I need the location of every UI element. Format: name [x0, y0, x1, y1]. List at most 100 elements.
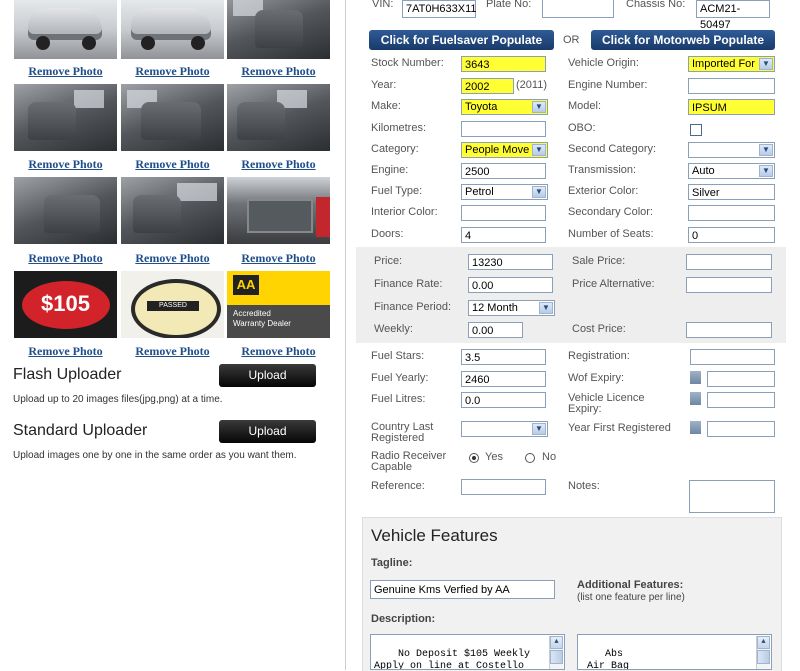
- vehicle-photo-6[interactable]: [227, 84, 330, 151]
- scroll-up-icon[interactable]: ▲: [757, 636, 770, 649]
- scroll-thumb[interactable]: [757, 650, 770, 664]
- standard-uploader-desc: Upload images one by one in the same ord…: [13, 450, 297, 461]
- category-select[interactable]: People Move ▼: [461, 142, 548, 158]
- vehicle-photo-10[interactable]: $105: [14, 271, 117, 338]
- sale-price-input[interactable]: [686, 254, 772, 270]
- chevron-down-icon: ▼: [532, 144, 546, 156]
- tagline-input[interactable]: Genuine Kms Verfied by AA: [370, 580, 555, 599]
- description-textarea[interactable]: No Deposit $105 Weekly Apply on line at …: [370, 634, 565, 670]
- vehicle-photo-1[interactable]: [14, 0, 117, 59]
- fuel-litres-input[interactable]: 0.0: [461, 392, 546, 408]
- scroll-thumb[interactable]: [550, 650, 563, 664]
- obo-checkbox[interactable]: [690, 124, 702, 136]
- plate-input[interactable]: [542, 0, 614, 18]
- description-label: Description:: [371, 613, 436, 625]
- stock-number-input[interactable]: 3643: [461, 56, 546, 72]
- calendar-icon[interactable]: [690, 392, 701, 405]
- remove-photo-link-4[interactable]: Remove Photo: [14, 157, 117, 172]
- year-first-input[interactable]: [707, 421, 775, 437]
- licence-expiry-input[interactable]: [707, 392, 775, 408]
- radio-no-label: No: [542, 451, 557, 463]
- calendar-icon[interactable]: [690, 421, 701, 434]
- exterior-color-input[interactable]: Silver: [688, 184, 775, 200]
- make-select[interactable]: Toyota ▼: [461, 99, 548, 115]
- interior-color-input[interactable]: [461, 205, 546, 221]
- finance-rate-input[interactable]: 0.00: [468, 277, 553, 293]
- additional-features-scrollbar[interactable]: ▲: [756, 636, 770, 669]
- remove-photo-link-9[interactable]: Remove Photo: [227, 251, 330, 266]
- calendar-icon[interactable]: [690, 371, 701, 384]
- wof-expiry-label: Wof Expiry:: [568, 372, 625, 384]
- price-input[interactable]: 13230: [468, 254, 553, 270]
- remove-photo-link-7[interactable]: Remove Photo: [14, 251, 117, 266]
- chassis-input[interactable]: ACM21-50497: [696, 0, 770, 31]
- scroll-up-icon[interactable]: ▲: [550, 636, 563, 649]
- category-value: People Move: [465, 144, 530, 156]
- vehicle-origin-value: Imported For: [692, 58, 755, 70]
- remove-photo-link-1[interactable]: Remove Photo: [14, 64, 117, 79]
- secondary-color-input[interactable]: [688, 205, 775, 221]
- motorweb-populate-button[interactable]: Click for Motorweb Populate: [591, 30, 775, 50]
- remove-photo-link-5[interactable]: Remove Photo: [121, 157, 224, 172]
- reference-input[interactable]: [461, 479, 546, 495]
- remove-photo-link-2[interactable]: Remove Photo: [121, 64, 224, 79]
- engine-input[interactable]: 2500: [461, 163, 546, 179]
- chevron-down-icon: ▼: [532, 186, 546, 198]
- fuel-stars-label: Fuel Stars:: [371, 350, 425, 362]
- vehicle-photo-11[interactable]: PASSED: [121, 271, 224, 338]
- remove-photo-link-10[interactable]: Remove Photo: [14, 344, 117, 359]
- vehicle-photo-2[interactable]: [121, 0, 224, 59]
- fuel-yearly-input[interactable]: 2460: [461, 371, 546, 387]
- country-last-select[interactable]: ▼: [461, 421, 548, 437]
- finance-period-value: 12 Month: [472, 302, 518, 314]
- year-first-label: Year First Registered: [568, 422, 671, 434]
- description-scrollbar[interactable]: ▲: [549, 636, 563, 669]
- second-category-select[interactable]: ▼: [688, 142, 775, 158]
- model-input[interactable]: IPSUM: [688, 99, 775, 115]
- vehicle-photo-3[interactable]: [227, 0, 330, 59]
- category-label: Category:: [371, 143, 419, 155]
- vehicle-photo-7[interactable]: [14, 177, 117, 244]
- radio-no-option[interactable]: [525, 453, 535, 463]
- transmission-select[interactable]: Auto ▼: [688, 163, 775, 179]
- additional-features-textarea[interactable]: Abs Air Bag Air Bags x 2 ▲: [577, 634, 772, 670]
- finance-period-select[interactable]: 12 Month ▼: [468, 300, 555, 316]
- number-of-seats-input[interactable]: 0: [688, 227, 775, 243]
- remove-photo-link-8[interactable]: Remove Photo: [121, 251, 224, 266]
- notes-label: Notes:: [568, 480, 600, 492]
- registration-input[interactable]: [690, 349, 775, 365]
- interior-color-label: Interior Color:: [371, 206, 438, 218]
- fuel-type-select[interactable]: Petrol ▼: [461, 184, 548, 200]
- vehicle-photo-4[interactable]: [14, 84, 117, 151]
- remove-photo-link-11[interactable]: Remove Photo: [121, 344, 224, 359]
- vin-input[interactable]: 7AT0H633X11: [402, 0, 477, 18]
- fuelsaver-populate-button[interactable]: Click for Fuelsaver Populate: [369, 30, 554, 50]
- remove-photo-link-12[interactable]: Remove Photo: [227, 344, 330, 359]
- kilometres-label: Kilometres:: [371, 122, 427, 134]
- vehicle-origin-select[interactable]: Imported For ▼: [688, 56, 775, 72]
- fuel-type-value: Petrol: [465, 186, 494, 198]
- vehicle-photo-5[interactable]: [121, 84, 224, 151]
- vehicle-photo-12[interactable]: AA Accredited Warranty Dealer: [227, 271, 330, 338]
- vehicle-photo-9[interactable]: [227, 177, 330, 244]
- notes-textarea[interactable]: [689, 480, 775, 513]
- doors-input[interactable]: 4: [461, 227, 546, 243]
- radio-yes-option[interactable]: [469, 453, 479, 463]
- remove-photo-link-3[interactable]: Remove Photo: [227, 64, 330, 79]
- remove-photo-link-6[interactable]: Remove Photo: [227, 157, 330, 172]
- kilometres-input[interactable]: [461, 121, 546, 137]
- tagline-label: Tagline:: [371, 557, 413, 569]
- year-input[interactable]: 2002: [461, 78, 514, 94]
- wof-expiry-input[interactable]: [707, 371, 775, 387]
- fuel-stars-input[interactable]: 3.5: [461, 349, 546, 365]
- standard-upload-button[interactable]: Upload: [219, 420, 316, 443]
- engine-number-input[interactable]: [688, 78, 775, 94]
- cost-price-input[interactable]: [686, 322, 772, 338]
- price-alternative-input[interactable]: [686, 277, 772, 293]
- aa-warranty-text: Accredited Warranty Dealer: [233, 309, 291, 328]
- vehicle-photo-8[interactable]: [121, 177, 224, 244]
- description-text: No Deposit $105 Weekly Apply on line at …: [374, 649, 531, 670]
- flash-upload-button[interactable]: Upload: [219, 364, 316, 387]
- weekly-input[interactable]: 0.00: [468, 322, 523, 338]
- stock-number-label: Stock Number:: [371, 57, 444, 69]
